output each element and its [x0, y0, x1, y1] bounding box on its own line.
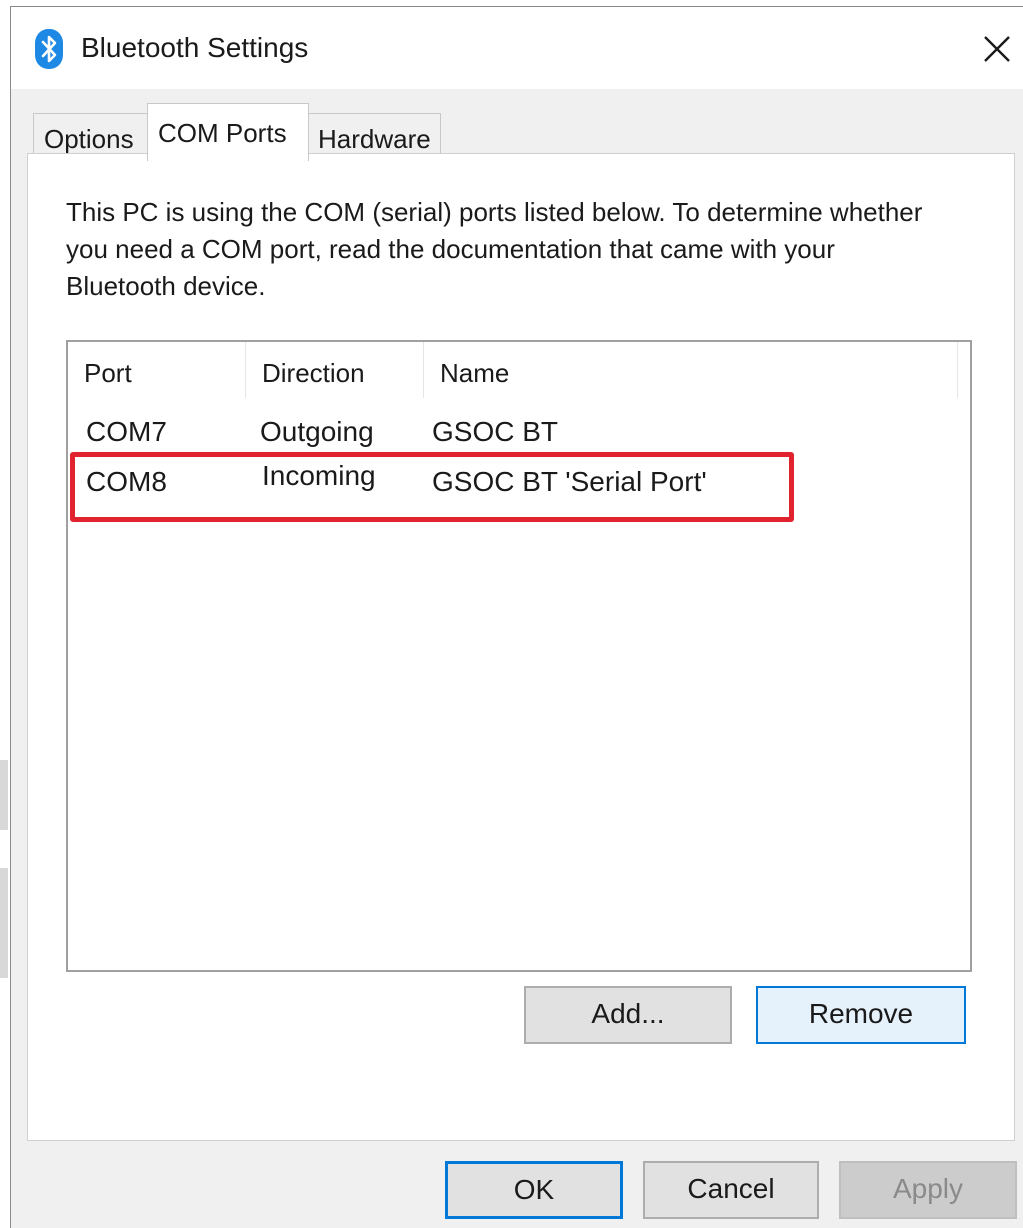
ports-list[interactable]: Port Direction Name COM7 Outgoing GSOC B…	[66, 340, 972, 972]
port-cell: COM7	[86, 416, 167, 447]
name-cell: GSOC BT	[432, 416, 559, 447]
cancel-button[interactable]: Cancel	[643, 1161, 819, 1219]
highlight-box	[70, 452, 794, 522]
apply-button[interactable]: Apply	[839, 1161, 1017, 1219]
bluetooth-icon	[35, 29, 63, 69]
close-icon[interactable]	[977, 25, 1017, 69]
direction-cell: Outgoing	[260, 416, 374, 447]
title-bar: Bluetooth Settings	[11, 7, 1023, 89]
column-header-port[interactable]: Port	[68, 342, 246, 398]
description-text: This PC is using the COM (serial) ports …	[66, 197, 923, 301]
tab-com-ports[interactable]: COM Ports	[147, 103, 309, 161]
background-window-edge	[0, 868, 8, 978]
background-window-edge	[0, 760, 8, 830]
ok-button[interactable]: OK	[445, 1161, 623, 1219]
window-title: Bluetooth Settings	[81, 32, 309, 63]
remove-button[interactable]: Remove	[756, 986, 966, 1044]
column-header-direction[interactable]: Direction	[246, 342, 424, 398]
com-ports-panel: This PC is using the COM (serial) ports …	[27, 153, 1015, 1141]
bluetooth-settings-dialog: Bluetooth Settings Options COM Ports Har…	[10, 6, 1023, 1228]
column-header-name[interactable]: Name	[424, 342, 958, 398]
add-button[interactable]: Add...	[524, 986, 732, 1044]
